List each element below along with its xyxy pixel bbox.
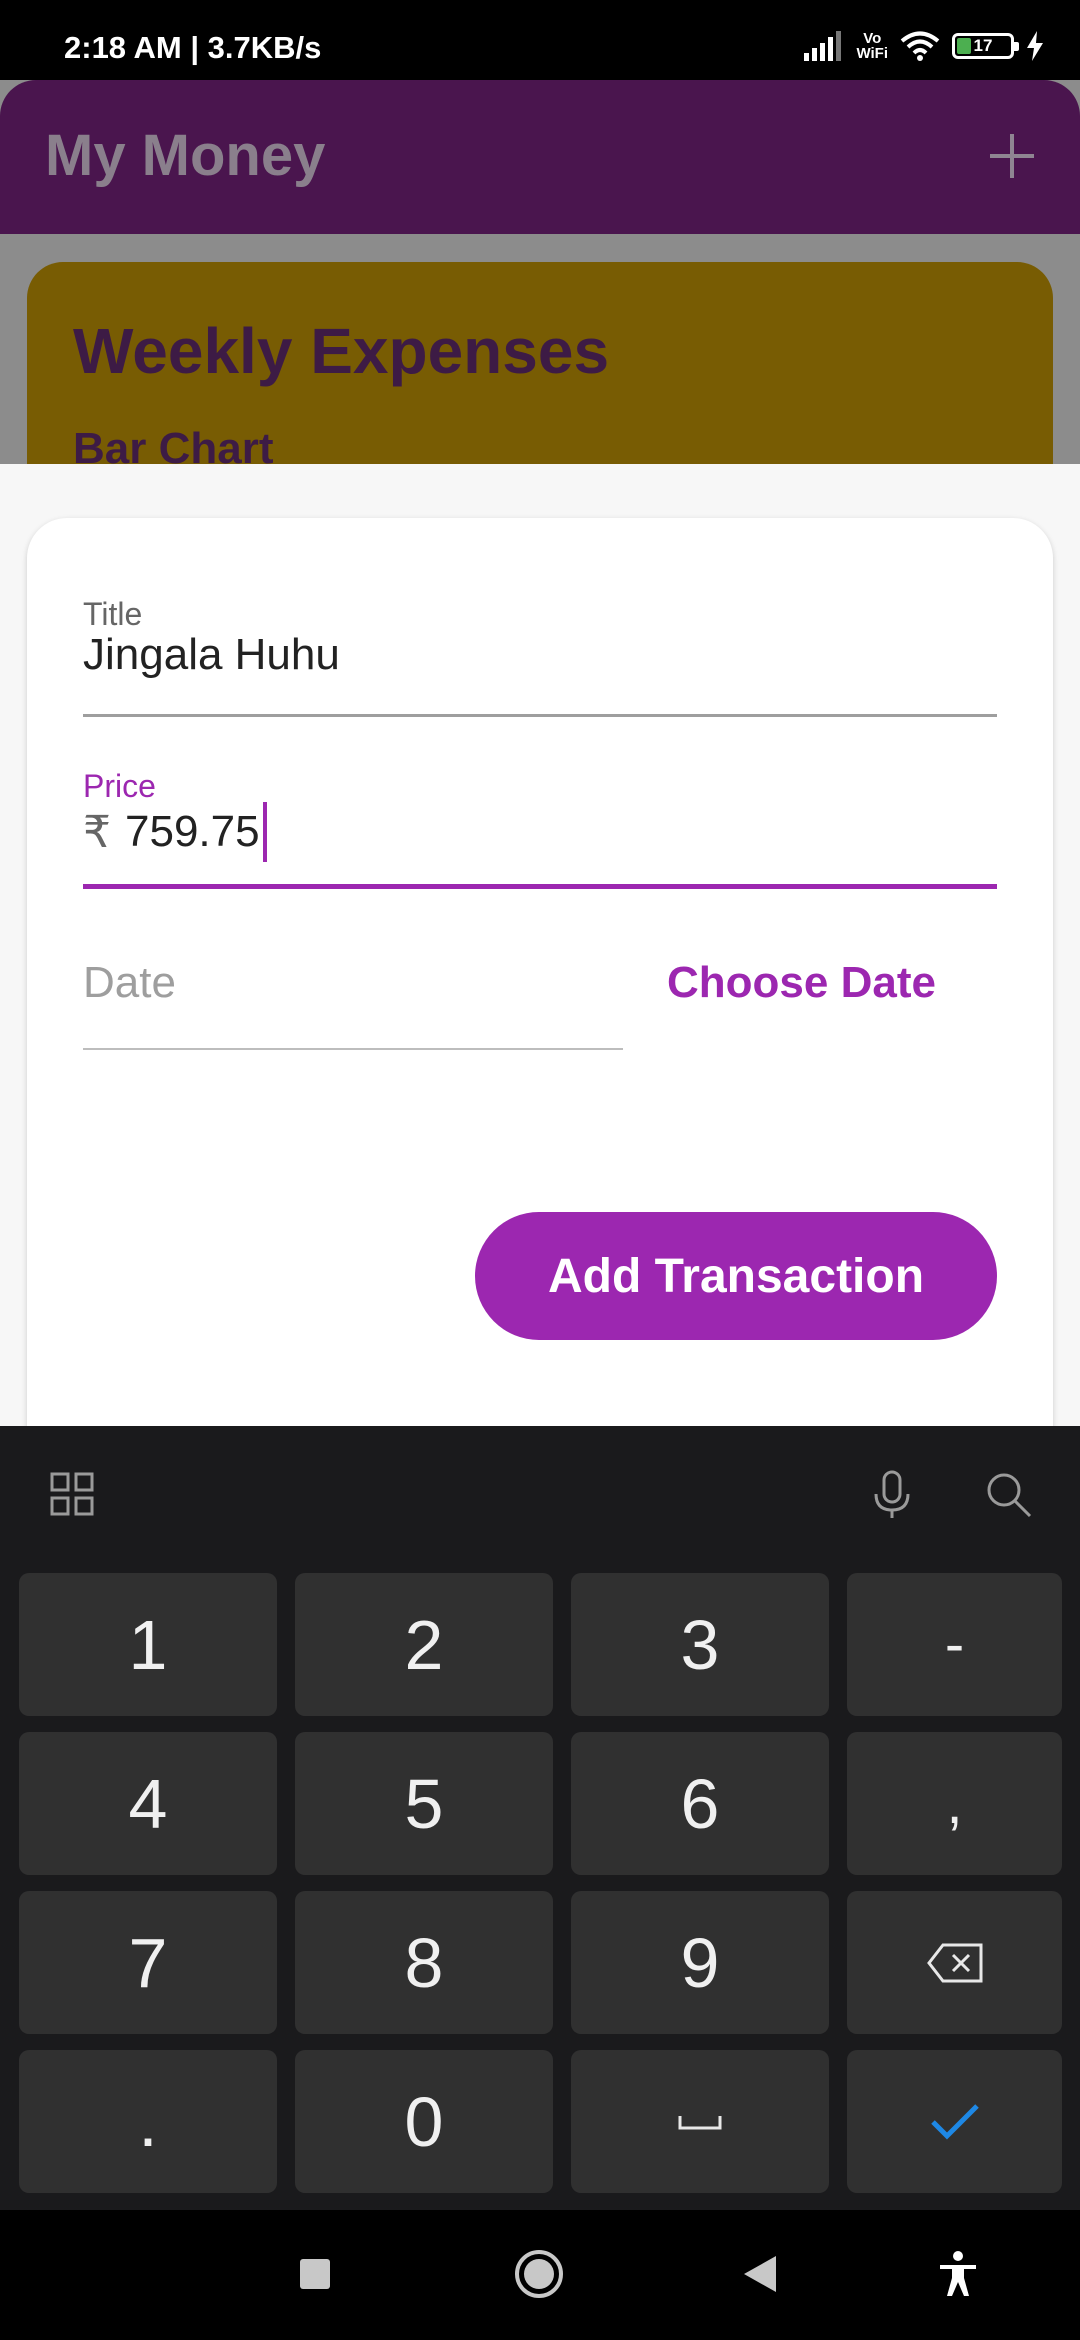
keyboard-toolbar [0, 1426, 1080, 1558]
status-bar: 2:18 AM | 3.7KB/s Vo WiFi 17 [0, 0, 1080, 80]
key-6[interactable]: 6 [571, 1732, 829, 1875]
status-time: 2:18 AM | 3.7KB/s [64, 30, 322, 65]
done-key[interactable] [847, 2050, 1062, 2193]
backspace-key[interactable] [847, 1891, 1062, 2034]
rupee-prefix: ₹ [83, 807, 111, 857]
space-key[interactable] [571, 2050, 829, 2193]
key-comma[interactable]: , [847, 1732, 1062, 1875]
key-dot[interactable]: . [19, 2050, 277, 2193]
card-title: Weekly Expenses [73, 315, 610, 387]
choose-date-button[interactable]: Choose Date [667, 958, 936, 1008]
key-minus[interactable]: - [847, 1573, 1062, 1716]
key-3[interactable]: 3 [571, 1573, 829, 1716]
navigation-bar [0, 2210, 1080, 2340]
app-bar: My Money [0, 80, 1080, 234]
battery-icon: 17 [952, 33, 1019, 59]
key-2[interactable]: 2 [295, 1573, 553, 1716]
signal-icon [804, 31, 842, 61]
price-field[interactable]: Price ₹ 759.75 [83, 768, 997, 889]
card-subtitle: Bar Chart [73, 424, 274, 464]
vowifi-top: Vo [863, 30, 882, 47]
home-icon[interactable] [513, 2248, 565, 2300]
date-field: Date [83, 958, 623, 1050]
numeric-keyboard: 1 2 3 - 4 5 6 , 7 8 9 . 0 [0, 1426, 1080, 2210]
plus-icon[interactable] [990, 134, 1034, 178]
search-icon[interactable] [980, 1466, 1036, 1522]
price-input[interactable]: ₹ 759.75 [83, 802, 267, 862]
key-5[interactable]: 5 [295, 1732, 553, 1875]
app-background: My Money Weekly Expenses Bar Chart [0, 80, 1080, 464]
back-icon[interactable] [742, 2254, 778, 2294]
vowifi-bottom: WiFi [856, 45, 888, 62]
price-value: 759.75 [125, 807, 260, 856]
transaction-form: Title Jingala Huhu Price ₹ 759.75 Date C… [27, 518, 1053, 1426]
wifi-icon [900, 31, 940, 61]
space-icon [678, 2115, 722, 2129]
accessibility-icon[interactable] [938, 2250, 978, 2298]
bottom-sheet: Title Jingala Huhu Price ₹ 759.75 Date C… [0, 464, 1080, 1426]
key-0[interactable]: 0 [295, 2050, 553, 2193]
key-grid: 1 2 3 - 4 5 6 , 7 8 9 . 0 [19, 1573, 1062, 2193]
battery-tip [1014, 42, 1019, 51]
vowifi-icon: Vo WiFi [856, 31, 888, 61]
recents-icon[interactable] [298, 2257, 332, 2291]
weekly-expenses-card: Weekly Expenses Bar Chart [27, 262, 1053, 464]
status-icons: Vo WiFi 17 [804, 26, 1044, 66]
key-1[interactable]: 1 [19, 1573, 277, 1716]
grid-icon[interactable] [44, 1466, 100, 1522]
add-transaction-button[interactable]: Add Transaction [475, 1212, 997, 1340]
key-9[interactable]: 9 [571, 1891, 829, 2034]
price-label: Price [83, 768, 156, 804]
charging-icon [1027, 31, 1043, 61]
battery-level: 17 [973, 36, 993, 55]
date-placeholder: Date [83, 958, 176, 1007]
title-field[interactable]: Title Jingala Huhu [83, 596, 997, 717]
text-cursor [262, 802, 267, 862]
key-4[interactable]: 4 [19, 1732, 277, 1875]
backspace-icon [926, 1943, 982, 1982]
key-7[interactable]: 7 [19, 1891, 277, 2034]
key-8[interactable]: 8 [295, 1891, 553, 2034]
app-title: My Money [45, 123, 326, 188]
mic-icon[interactable] [864, 1466, 920, 1522]
check-icon [930, 2103, 979, 2140]
title-label: Title [83, 596, 143, 632]
title-value[interactable]: Jingala Huhu [83, 630, 340, 680]
